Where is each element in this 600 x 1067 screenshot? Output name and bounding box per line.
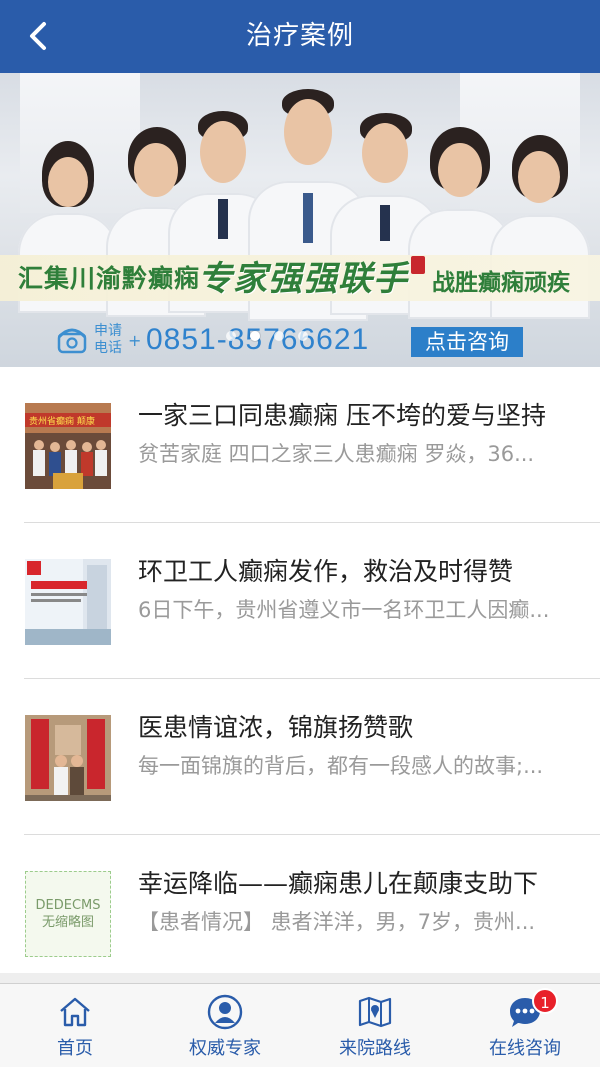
item-title: 医患情谊浓，锦旗扬赞歌 bbox=[138, 713, 414, 742]
carousel-dot[interactable] bbox=[226, 331, 236, 341]
phone-call-text: 电话 bbox=[94, 340, 122, 356]
tab-route-label: 来院路线 bbox=[339, 1038, 411, 1059]
list-item[interactable]: 贵州省癫痫 颠康 一家三口同患癫痫 压不垮的爱与坚持 贫苦家庭 四口之家三人患癫… bbox=[0, 367, 600, 523]
phone-plus: + bbox=[128, 331, 142, 350]
placeholder-line1: DEDECMS bbox=[35, 898, 101, 913]
carousel-dot-active[interactable] bbox=[250, 331, 260, 341]
hero-banner[interactable]: 汇集川渝黔癫痫 专家强强联手 战胜癫痫顽疾 申请 电话 + 0851-85766… bbox=[0, 73, 600, 367]
placeholder-line2: 无缩略图 bbox=[41, 915, 94, 930]
nav-header: 治疗案例 bbox=[0, 0, 600, 73]
page-title: 治疗案例 bbox=[245, 21, 354, 51]
item-title: 幸运降临——癫痫患儿在颠康支助下 bbox=[138, 869, 539, 898]
carousel-dot[interactable] bbox=[298, 331, 308, 341]
item-summary: 【患者情况】 患者洋洋，男，7岁，贵州... bbox=[138, 910, 536, 934]
carousel-indicators bbox=[226, 331, 308, 341]
slogan-right: 战胜癫痫顽疾 bbox=[432, 270, 570, 296]
item-thumbnail bbox=[25, 715, 111, 801]
item-summary: 6日下午，贵州省遵义市一名环卫工人因癫... bbox=[138, 598, 550, 622]
tab-consult[interactable]: 在线咨询 1 bbox=[450, 984, 600, 1067]
item-summary: 贫苦家庭 四口之家三人患癫痫 罗焱，36... bbox=[138, 442, 535, 466]
list-item[interactable]: 环卫工人癫痫发作，救治及时得赞 6日下午，贵州省遵义市一名环卫工人因癫... bbox=[0, 523, 600, 679]
app-root: 治疗案例 汇集川渝黔癫痫 专家强强联手 战胜癫痫顽疾 申请 电话 + 点击咨询 … bbox=[0, 0, 600, 1067]
slogan-left: 汇集川渝黔癫痫 bbox=[18, 264, 201, 293]
list-item[interactable]: 医患情谊浓，锦旗扬赞歌 每一面锦旗的背后，都有一段感人的故事;... bbox=[0, 679, 600, 835]
telephone-icon bbox=[57, 328, 87, 354]
item-title: 环卫工人癫痫发作，救治及时得赞 bbox=[138, 557, 514, 586]
slogan-highlight: 专家强强联手 bbox=[198, 259, 408, 299]
item-summary: 每一面锦旗的背后，都有一段感人的故事;... bbox=[138, 754, 544, 778]
notification-badge: 1 bbox=[532, 988, 558, 1014]
phone-apply-label: 申请 电话 bbox=[94, 323, 122, 357]
item-title: 一家三口同患癫痫 压不垮的爱与坚持 bbox=[138, 401, 546, 430]
no-thumbnail-placeholder: DEDECMS 无缩略图 bbox=[25, 871, 111, 957]
phone-row: 申请 电话 + 0851-85766621 点击咨询 bbox=[0, 321, 600, 367]
case-list: 贵州省癫痫 颠康 一家三口同患癫痫 压不垮的爱与坚持 贫苦家庭 四口之家三人患癫… bbox=[0, 367, 600, 973]
tab-experts[interactable]: 权威专家 bbox=[150, 984, 300, 1067]
tab-home[interactable]: 首页 bbox=[0, 984, 150, 1067]
tab-route[interactable]: 来院路线 bbox=[300, 984, 450, 1067]
item-thumbnail: 贵州省癫痫 颠康 bbox=[25, 403, 111, 489]
expert-icon bbox=[207, 994, 243, 1030]
bottom-tab-bar: 首页 权威专家 来院路线 在线咨询 1 bbox=[0, 983, 600, 1067]
tab-home-label: 首页 bbox=[57, 1038, 93, 1059]
tab-consult-label: 在线咨询 bbox=[489, 1038, 561, 1059]
tab-experts-label: 权威专家 bbox=[189, 1038, 261, 1059]
svg-text:贵州省癫痫 颠康: 贵州省癫痫 颠康 bbox=[29, 415, 95, 427]
map-icon bbox=[358, 996, 392, 1028]
phone-apply-text: 申请 bbox=[94, 323, 122, 339]
list-item[interactable]: DEDECMS 无缩略图 幸运降临——癫痫患儿在颠康支助下 【患者情况】 患者洋… bbox=[0, 835, 600, 973]
consult-button[interactable]: 点击咨询 bbox=[411, 327, 523, 357]
home-icon bbox=[60, 997, 90, 1027]
carousel-dot[interactable] bbox=[274, 331, 284, 341]
item-thumbnail bbox=[25, 559, 111, 645]
seal-stamp bbox=[411, 256, 425, 274]
